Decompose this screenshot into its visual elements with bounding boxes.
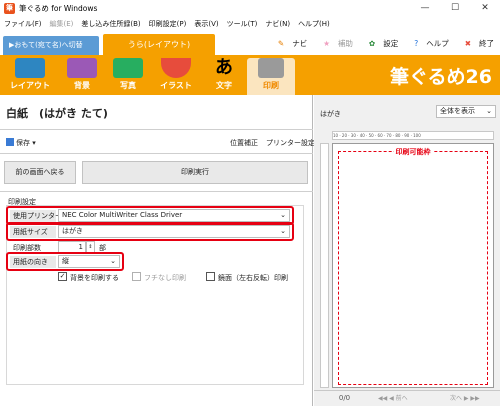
paper-size-highlight	[6, 222, 294, 241]
toolbar-print-button[interactable]: 印刷	[247, 58, 295, 95]
app-icon: 筆	[4, 3, 15, 14]
menu-bar: ファイル(F) 編集(E) 差し込み住所録(B) 印刷設定(P) 表示(V) ツ…	[0, 17, 500, 31]
toolbar-background-button[interactable]: 背景	[58, 58, 106, 93]
title-bar: 筆 筆ぐるめ for Windows — ☐ ✕	[0, 0, 500, 17]
print-execute-button[interactable]: 印刷実行	[82, 161, 308, 184]
main-toolbar: レイアウト 背景 写真 イラスト あ 文字 印刷 筆ぐるめ26	[0, 55, 500, 95]
menu-merge-address[interactable]: 差し込み住所録(B)	[81, 19, 140, 29]
background-icon	[67, 58, 97, 78]
menu-print-settings[interactable]: 印刷設定(P)	[149, 19, 187, 29]
divider	[0, 129, 313, 130]
menu-file[interactable]: ファイル(F)	[4, 19, 42, 29]
page-counter: 0/0	[338, 394, 351, 402]
close-button[interactable]: ✕	[470, 0, 500, 17]
hojo-link[interactable]: ★ 補助	[315, 38, 353, 49]
layout-icon	[15, 58, 45, 78]
toolbar-layout-button[interactable]: レイアウト	[6, 58, 54, 93]
toolbar-text-button[interactable]: あ 文字	[200, 58, 248, 93]
chevron-down-icon: ⌄	[486, 107, 492, 115]
printable-area: 印刷可能枠	[338, 148, 488, 385]
help-link[interactable]: ? ヘルプ	[406, 38, 448, 49]
toolbar-photo-button[interactable]: 写真	[104, 58, 152, 93]
top-links: ✎ ナビ ★ 補助 ✿ 設定 ? ヘルプ ✖ 終了	[262, 38, 494, 49]
gear-icon: ✿	[368, 39, 376, 48]
back-layout-tab[interactable]: うら(レイアウト)	[103, 34, 215, 55]
borderless-checkbox[interactable]	[132, 272, 141, 281]
mirror-print-label: 鏡面（左右反転）印刷	[218, 274, 288, 282]
printer-settings-button[interactable]: プリンター設定	[266, 138, 315, 148]
maximize-button[interactable]: ☐	[440, 0, 470, 17]
menu-help[interactable]: ヘルプ(H)	[298, 19, 330, 29]
switch-to-front-tab[interactable]: ▶おもて(宛て名)へ切替	[3, 36, 99, 55]
exit-icon: ✖	[464, 39, 471, 48]
window-title: 筆ぐるめ for Windows	[19, 4, 98, 13]
minimize-button[interactable]: —	[410, 0, 440, 17]
photo-icon	[113, 58, 143, 78]
preview-panel: はがき 全体を表示 ⌄ 10 · 20 · 30 · 40 · 50 · 60 ·…	[314, 95, 500, 406]
vertical-ruler	[320, 143, 329, 388]
zoom-select[interactable]: 全体を表示 ⌄	[436, 105, 496, 118]
orientation-highlight	[6, 252, 124, 271]
divider	[0, 191, 313, 192]
navi-icon: ✎	[277, 39, 285, 48]
text-a-icon: あ	[215, 57, 233, 78]
printable-area-label: 印刷可能枠	[393, 148, 433, 156]
back-button[interactable]: 前の画面へ戻る	[4, 161, 76, 184]
help-icon: ?	[414, 39, 419, 48]
borderless-label: フチなし印刷	[144, 274, 186, 282]
postcard-preview[interactable]: 印刷可能枠	[332, 143, 494, 388]
preview-status-bar: 0/0 ◀◀ ◀ 前へ 次へ ▶ ▶▶	[314, 390, 500, 406]
exit-link[interactable]: ✖ 終了	[457, 38, 494, 49]
save-button[interactable]: 保存 ▾	[6, 138, 36, 148]
toolbar-illust-button[interactable]: イラスト	[152, 58, 200, 93]
mirror-print-checkbox[interactable]	[206, 272, 215, 281]
preview-title: はがき	[320, 110, 341, 118]
printer-icon	[258, 58, 284, 78]
divider	[0, 153, 313, 154]
page-title: 白紙 (はがき たて)	[6, 107, 108, 120]
print-background-checkbox[interactable]: ✓	[58, 272, 67, 281]
watermelon-icon	[161, 58, 191, 78]
settings-link[interactable]: ✿ 設定	[361, 38, 398, 49]
navi-link[interactable]: ✎ ナビ	[270, 38, 307, 49]
menu-navi[interactable]: ナビ(N)	[265, 19, 290, 29]
horizontal-ruler: 10 · 20 · 30 · 40 · 50 · 60 · 70 · 80 · …	[332, 131, 494, 140]
star-icon: ★	[323, 39, 330, 48]
disk-icon	[6, 138, 14, 146]
prev-page-button[interactable]: ◀◀ ◀ 前へ	[378, 393, 408, 404]
print-settings-panel: 白紙 (はがき たて) 保存 ▾ 位置補正 プリンター設定 前の画面へ戻る 印刷…	[0, 95, 315, 406]
mode-tab-row: ▶おもて(宛て名)へ切替 うら(レイアウト) ✎ ナビ ★ 補助 ✿ 設定 ? ヘルプ …	[0, 32, 500, 55]
menu-tools[interactable]: ツール(T)	[227, 19, 258, 29]
next-page-button[interactable]: 次へ ▶ ▶▶	[450, 393, 480, 404]
brand-logo: 筆ぐるめ26	[389, 66, 492, 88]
chevron-down-icon: ▾	[32, 139, 36, 147]
print-background-label: 背景を印刷する	[70, 274, 119, 282]
menu-edit[interactable]: 編集(E)	[50, 19, 74, 29]
position-adjust-button[interactable]: 位置補正	[230, 138, 258, 148]
menu-view[interactable]: 表示(V)	[194, 19, 218, 29]
